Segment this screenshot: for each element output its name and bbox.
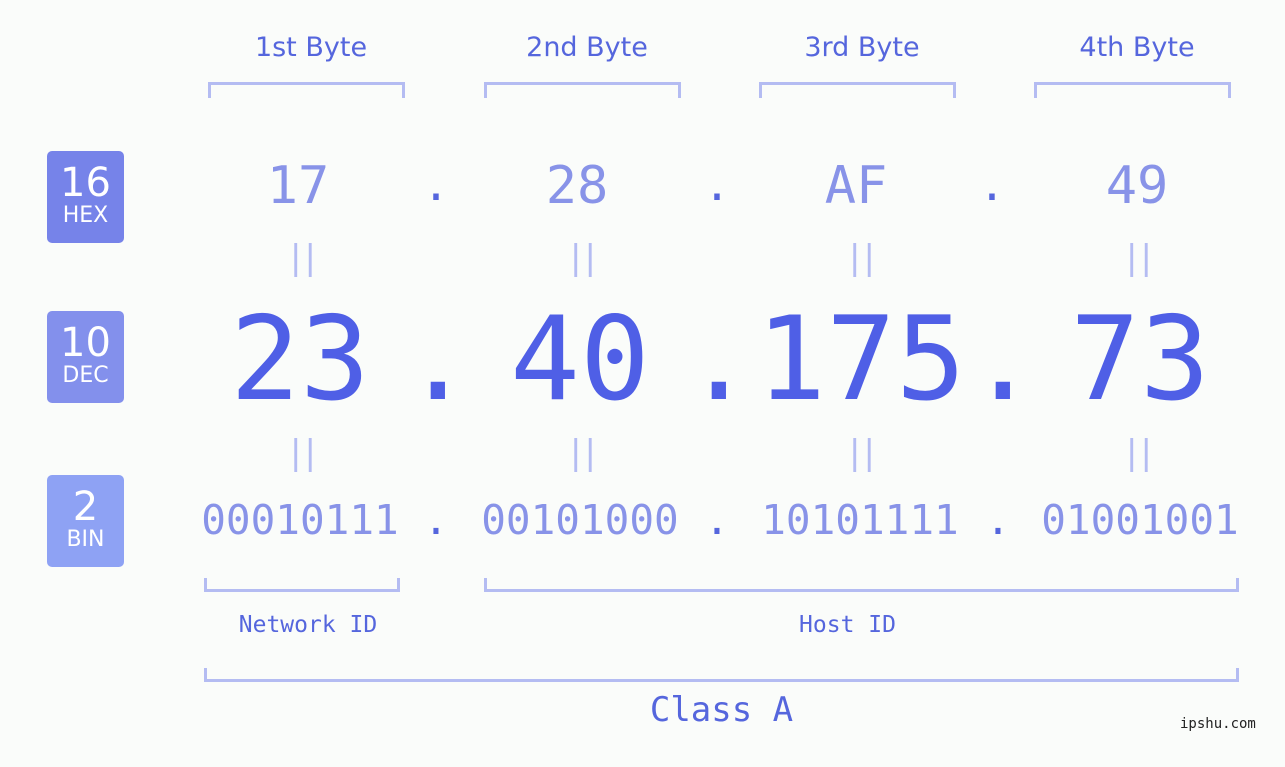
host-id-bracket (484, 578, 1239, 592)
bin-badge: 2 BIN (47, 475, 124, 567)
dec-value-2: 40 (510, 292, 650, 427)
class-bracket (204, 668, 1239, 682)
byte-label-3: 3rd Byte (804, 32, 920, 63)
bin-badge-label: BIN (66, 527, 105, 552)
equals-icon: || (844, 238, 880, 278)
bin-value-1: 00010111 (201, 496, 399, 544)
hex-value-4: 49 (1105, 156, 1169, 216)
byte-label-1: 1st Byte (254, 32, 368, 63)
equals-icon: || (285, 433, 321, 473)
dec-badge-label: DEC (62, 363, 109, 388)
bin-value-2: 00101000 (481, 496, 679, 544)
host-id-label: Host ID (799, 612, 896, 638)
byte-bracket-3 (759, 82, 956, 98)
equals-icon: || (565, 238, 601, 278)
network-id-label: Network ID (238, 612, 378, 638)
hex-separator-3: . (978, 160, 1006, 211)
bin-separator-3: . (985, 496, 1011, 544)
dec-value-1: 23 (230, 292, 370, 427)
equals-icon: || (1121, 238, 1157, 278)
watermark: ipshu.com (1180, 716, 1256, 732)
bin-badge-number: 2 (72, 484, 99, 530)
bin-separator-1: . (423, 496, 449, 544)
dec-value-4: 73 (1070, 292, 1210, 427)
hex-value-1: 17 (266, 156, 330, 216)
byte-label-4: 4th Byte (1079, 32, 1195, 63)
byte-label-2: 2nd Byte (526, 32, 648, 63)
byte-bracket-2 (484, 82, 681, 98)
byte-bracket-4 (1034, 82, 1231, 98)
hex-separator-2: . (703, 160, 731, 211)
equals-icon: || (565, 433, 601, 473)
bin-separator-2: . (704, 496, 730, 544)
equals-icon: || (285, 238, 321, 278)
byte-bracket-1 (208, 82, 405, 98)
bin-value-4: 01001001 (1041, 496, 1239, 544)
hex-value-2: 28 (545, 156, 609, 216)
hex-separator-1: . (422, 160, 450, 211)
network-id-bracket (204, 578, 400, 592)
dec-value-3: 175 (756, 292, 966, 427)
equals-icon: || (1121, 433, 1157, 473)
dec-badge: 10 DEC (47, 311, 124, 403)
hex-value-3: AF (824, 156, 888, 216)
hex-badge-label: HEX (62, 203, 109, 228)
dec-badge-number: 10 (60, 320, 111, 366)
class-label: Class A (649, 690, 794, 730)
hex-badge-number: 16 (60, 160, 111, 206)
hex-badge: 16 HEX (47, 151, 124, 243)
equals-icon: || (844, 433, 880, 473)
bin-value-3: 10101111 (761, 496, 959, 544)
